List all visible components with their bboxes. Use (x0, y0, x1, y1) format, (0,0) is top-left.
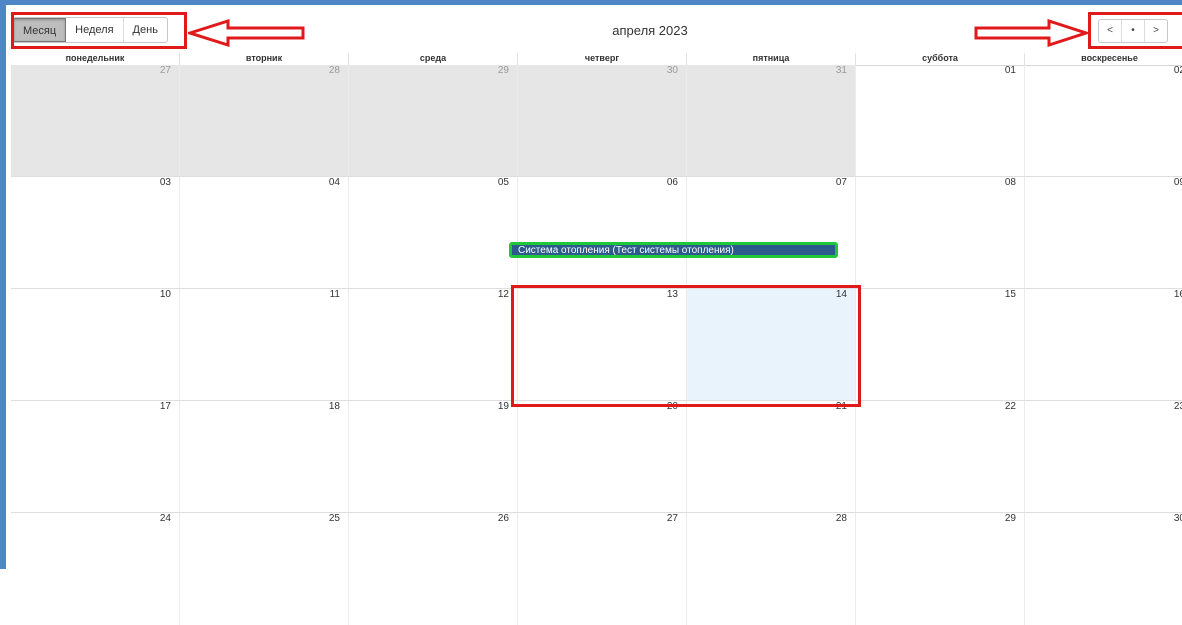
day-number: 23 (1173, 401, 1182, 412)
day-cell[interactable]: 24 (11, 513, 180, 625)
day-number: 01 (1004, 65, 1016, 76)
weekday-label: суббота (856, 53, 1025, 65)
day-number: 08 (1004, 177, 1016, 188)
day-number: 29 (1004, 513, 1016, 524)
day-cell[interactable]: 30 (518, 65, 687, 176)
weekday-label: вторник (180, 53, 349, 65)
day-number: 12 (497, 289, 509, 300)
day-number: 26 (497, 513, 509, 524)
week-row: 03 04 05 06 07 08 09 (11, 177, 1182, 289)
day-cell[interactable]: 22 (856, 401, 1025, 512)
day-number: 30 (1173, 513, 1182, 524)
day-number: 02 (1173, 65, 1182, 76)
day-cell[interactable]: 02 (1025, 65, 1182, 176)
day-cell[interactable]: 06 (518, 177, 687, 288)
day-cell[interactable]: 18 (180, 401, 349, 512)
day-number: 10 (159, 289, 171, 300)
day-cell[interactable]: 01 (856, 65, 1025, 176)
day-number: 30 (666, 65, 678, 76)
day-cell[interactable]: 28 (180, 65, 349, 176)
day-cell[interactable]: 23 (1025, 401, 1182, 512)
day-cell[interactable]: 09 (1025, 177, 1182, 288)
calendar-event[interactable]: Система отопления (Тест системы отоплени… (509, 242, 838, 258)
day-cell[interactable]: 17 (11, 401, 180, 512)
day-number: 17 (159, 401, 171, 412)
day-cell[interactable]: 11 (180, 289, 349, 400)
calendar-window: Месяц Неделя День апреля 2023 < • > поне… (0, 0, 1182, 625)
day-cell[interactable]: 16 (1025, 289, 1182, 400)
day-cell[interactable]: 27 (518, 513, 687, 625)
day-cell[interactable]: 27 (11, 65, 180, 176)
day-number: 27 (666, 513, 678, 524)
annotation-box-view-switcher (11, 12, 187, 49)
day-cell[interactable]: 20 (518, 401, 687, 512)
day-cell[interactable]: 10 (11, 289, 180, 400)
day-cell[interactable]: 04 (180, 177, 349, 288)
day-cell[interactable]: 30 (1025, 513, 1182, 625)
day-number: 27 (159, 65, 171, 76)
frame-top-border (0, 0, 1182, 5)
day-cell[interactable]: 21 (687, 401, 856, 512)
day-cell[interactable]: 08 (856, 177, 1025, 288)
day-number: 07 (835, 177, 847, 188)
weekday-label: четверг (518, 53, 687, 65)
day-cell[interactable]: 03 (11, 177, 180, 288)
annotation-box-event (511, 285, 861, 407)
week-row: 24 25 26 27 28 29 30 (11, 513, 1182, 625)
day-number: 19 (497, 401, 509, 412)
week-row: 17 18 19 20 21 22 23 (11, 401, 1182, 513)
week-row: 27 28 29 30 31 01 02 (11, 65, 1182, 177)
day-number: 15 (1004, 289, 1016, 300)
day-cell[interactable]: 07 (687, 177, 856, 288)
day-number: 22 (1004, 401, 1016, 412)
day-cell[interactable]: 29 (349, 65, 518, 176)
day-cell[interactable]: 25 (180, 513, 349, 625)
weekday-label: воскресенье (1081, 53, 1138, 63)
day-number: 16 (1173, 289, 1182, 300)
day-cell[interactable]: 26 (349, 513, 518, 625)
weekday-label: среда (349, 53, 518, 65)
day-number: 31 (835, 65, 847, 76)
day-number: 04 (328, 177, 340, 188)
day-number: 06 (666, 177, 678, 188)
day-cell[interactable]: 31 (687, 65, 856, 176)
annotation-arrow-left-icon (188, 19, 305, 47)
annotation-box-navigation (1088, 12, 1182, 49)
day-number: 28 (835, 513, 847, 524)
frame-left-border (0, 0, 6, 569)
day-number: 03 (159, 177, 171, 188)
day-number: 25 (328, 513, 340, 524)
day-cell[interactable]: 15 (856, 289, 1025, 400)
day-cell[interactable]: 19 (349, 401, 518, 512)
day-cell[interactable]: 29 (856, 513, 1025, 625)
day-number: 24 (159, 513, 171, 524)
day-cell[interactable]: 05 (349, 177, 518, 288)
day-number: 29 (497, 65, 509, 76)
day-number: 28 (328, 65, 340, 76)
weekday-label: понедельник (11, 53, 180, 65)
day-number: 18 (328, 401, 340, 412)
annotation-arrow-right-icon (974, 19, 1089, 47)
weekday-label: пятница (687, 53, 856, 65)
day-cell[interactable]: 28 (687, 513, 856, 625)
day-number: 09 (1173, 177, 1182, 188)
day-number: 11 (329, 289, 340, 300)
day-cell[interactable]: 12 (349, 289, 518, 400)
day-number: 05 (497, 177, 509, 188)
calendar-title: апреля 2023 (612, 23, 688, 38)
